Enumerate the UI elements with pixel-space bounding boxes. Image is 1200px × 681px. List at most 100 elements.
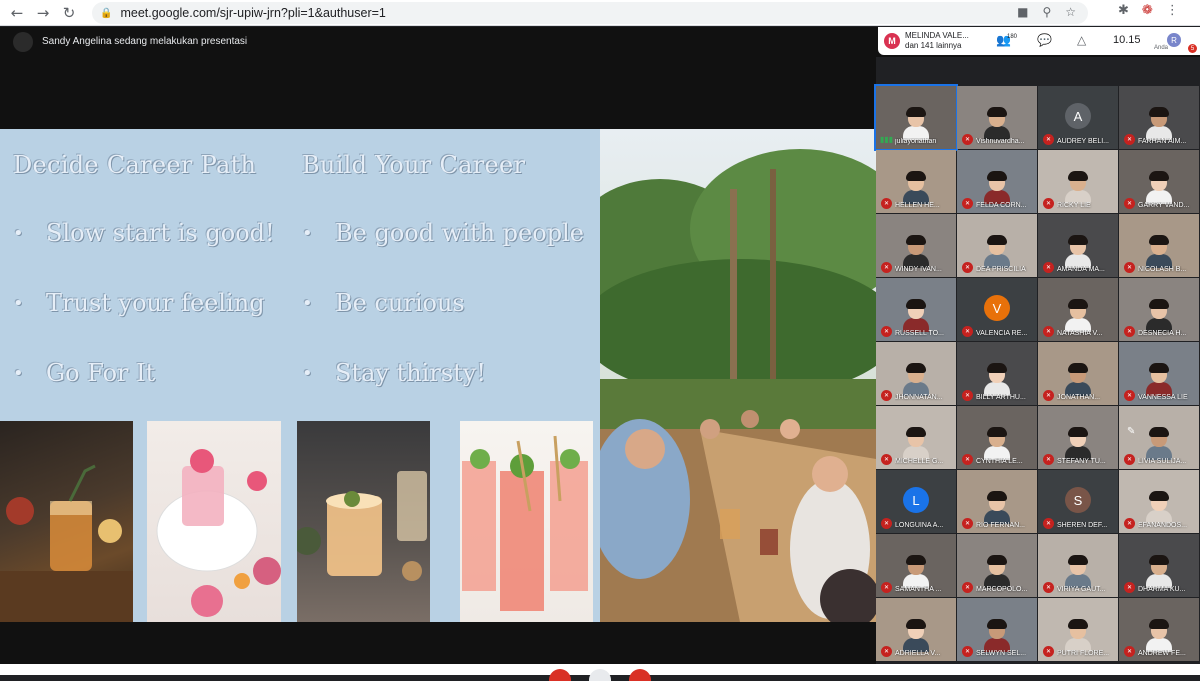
slide: Decide Career Path Build Your Career • Sl…	[0, 129, 876, 622]
chat-icon[interactable]: 💬	[1037, 33, 1052, 47]
participant-tile[interactable]: ✕ CYNTHIA LE...	[957, 406, 1037, 469]
participant-tile[interactable]: ✕ ✎ LIVIA SULIJA...	[1119, 406, 1199, 469]
mic-off-icon: ✕	[1124, 646, 1135, 657]
mic-off-icon: ✕	[881, 198, 892, 209]
participant-tile[interactable]: ✕ DHARMA KU...	[1119, 534, 1199, 597]
zoom-icon[interactable]: ⚲	[1042, 5, 1051, 19]
participant-video	[984, 555, 1010, 588]
extensions-icon[interactable]: ✱	[1118, 3, 1129, 18]
participants-grid: ▮▮▮ juliayonathan ✕ Vishnuvardha... A ✕ AUDREY…	[874, 84, 1200, 664]
participant-video	[1146, 299, 1172, 332]
participant-name: RIO FERNAN...	[976, 522, 1026, 529]
slide-title-right: Build Your Career	[302, 151, 526, 179]
participant-tile[interactable]: ✕ WINDY IVAN...	[876, 214, 956, 277]
participant-video	[1065, 555, 1091, 588]
mic-off-icon: ✕	[1043, 646, 1054, 657]
participant-tile[interactable]: ✕ NATASHIA V...	[1038, 278, 1118, 341]
participant-tile[interactable]: ✕ FARHAN AIM...	[1119, 86, 1199, 149]
drink-photo-1	[0, 421, 133, 622]
participant-name: BILLY ARTHU...	[976, 394, 1026, 401]
forward-arrow-icon[interactable]: →	[30, 0, 56, 26]
participant-tile[interactable]: ✕ SAMANTHA ...	[876, 534, 956, 597]
back-arrow-icon[interactable]: ←	[4, 0, 30, 26]
activities-icon[interactable]: △	[1077, 33, 1086, 47]
owner-avatar[interactable]: M	[884, 33, 900, 49]
reload-icon[interactable]: ↻	[56, 0, 82, 26]
participant-tile[interactable]: ✕ HELLEN HE...	[876, 150, 956, 213]
star-icon[interactable]: ☆	[1065, 5, 1076, 19]
participant-tile[interactable]: V ✕ VALENCIA RE...	[957, 278, 1037, 341]
presenter-avatar	[13, 32, 33, 52]
participant-tile[interactable]: ✕ DESNECIA H...	[1119, 278, 1199, 341]
participant-tile[interactable]: ✕ RICKY LIE	[1038, 150, 1118, 213]
drink-photo-3	[297, 421, 430, 622]
participant-tile[interactable]: ✕ GARRY VAND...	[1119, 150, 1199, 213]
participant-tile[interactable]: ✕ NICOLASH B...	[1119, 214, 1199, 277]
owner-name: MELINDA VALE...	[905, 31, 969, 40]
participant-tile[interactable]: ▮▮▮ juliayonathan	[874, 84, 958, 151]
participant-name: AMANDA MA...	[1057, 266, 1105, 273]
participant-tile[interactable]: ✕ STEFANY TU...	[1038, 406, 1118, 469]
browser-toolbar: ← → ↻ 🔒 meet.google.com/sjr-upiw-jrn?pli…	[0, 0, 1200, 26]
more-menu-icon[interactable]: ⋮	[1166, 3, 1179, 18]
participant-tile[interactable]: ✕ RUSSELL TO...	[876, 278, 956, 341]
participant-name: MICHELLE G...	[895, 458, 944, 465]
mic-off-icon: ✕	[962, 518, 973, 529]
participant-tile[interactable]: ✕ MICHELLE G...	[876, 406, 956, 469]
participant-name: NATASHIA V...	[1057, 330, 1103, 337]
participant-tile[interactable]: A ✕ AUDREY BELI...	[1038, 86, 1118, 149]
self-avatar[interactable]: R	[1167, 33, 1181, 47]
profile-icon[interactable]: ❁	[1142, 3, 1153, 18]
mic-off-icon: ✕	[962, 582, 973, 593]
participant-tile[interactable]: ✕ ADRIELLA V...	[876, 598, 956, 661]
mic-off-icon: ✕	[1043, 198, 1054, 209]
participant-name: SELWYN SEL...	[976, 650, 1027, 657]
participant-initial-avatar: S	[1065, 487, 1091, 513]
participant-video	[984, 619, 1010, 652]
participant-video	[1146, 235, 1172, 268]
address-bar[interactable]: 🔒 meet.google.com/sjr-upiw-jrn?pli=1&aut…	[92, 2, 1088, 24]
drink-photo-4	[460, 421, 593, 622]
participant-tile[interactable]: ✕ BILLY ARTHU...	[957, 342, 1037, 405]
participant-name: VANNESSA LIE	[1138, 394, 1188, 401]
participant-initial-avatar: A	[1065, 103, 1091, 129]
bullet-right-2: • Be curious	[302, 289, 465, 317]
owner-others: dan 141 lainnya	[905, 41, 962, 50]
participant-name: DEA PRISCILIA	[976, 266, 1026, 273]
participant-tile[interactable]: ✕ JONATHAN...	[1038, 342, 1118, 405]
participant-tile[interactable]: ✕ FELDA CORN...	[957, 150, 1037, 213]
mic-off-icon: ✕	[962, 198, 973, 209]
participant-tile[interactable]: L ✕ LONGUINA A...	[876, 470, 956, 533]
participant-video	[1146, 363, 1172, 396]
participant-tile[interactable]: ✕ AMANDA MA...	[1038, 214, 1118, 277]
participant-name: WINDY IVAN...	[895, 266, 942, 273]
drink-photo-2	[147, 421, 281, 622]
participant-tile[interactable]: ✕ PUTRI FLORE...	[1038, 598, 1118, 661]
participant-tile[interactable]: ✕ VANNESSA LIE	[1119, 342, 1199, 405]
mic-off-icon: ✕	[1124, 518, 1135, 529]
participant-tile[interactable]: ✕ RIO FERNAN...	[957, 470, 1037, 533]
participant-tile[interactable]: ✕ DEA PRISCILIA	[957, 214, 1037, 277]
participant-video	[1146, 427, 1172, 460]
participant-video	[984, 171, 1010, 204]
url-text[interactable]: meet.google.com/sjr-upiw-jrn?pli=1&authu…	[120, 6, 385, 20]
participant-video	[903, 299, 929, 332]
participant-name: PUTRI FLORE...	[1057, 650, 1110, 657]
owner-info[interactable]: MELINDA VALE... dan 141 lainnya	[905, 31, 969, 51]
camera-icon[interactable]: ■	[1017, 5, 1028, 19]
participant-tile[interactable]: ✕ Vishnuvardha...	[957, 86, 1037, 149]
participant-video	[984, 491, 1010, 524]
outdoor-dining-photo	[600, 129, 876, 622]
pin-icon[interactable]: ✎	[1127, 426, 1135, 437]
participant-tile[interactable]: ✕ SELWYN SEL...	[957, 598, 1037, 661]
participant-name: RUSSELL TO...	[895, 330, 944, 337]
participant-tile[interactable]: ✕ VIRIYA GAUT...	[1038, 534, 1118, 597]
bullet-right-3: • Stay thirsty!	[302, 359, 486, 387]
participant-tile[interactable]: ✕ EFANANDOS...	[1119, 470, 1199, 533]
participant-tile[interactable]: ✕ MARCOPOLO...	[957, 534, 1037, 597]
participant-tile[interactable]: ✕ ANDREW FE...	[1119, 598, 1199, 661]
mic-off-icon: ✕	[881, 646, 892, 657]
participant-tile[interactable]: S ✕ SHEREN DEF...	[1038, 470, 1118, 533]
participant-tile[interactable]: ✕ JHONNATAN...	[876, 342, 956, 405]
participant-name: JHONNATAN...	[895, 394, 943, 401]
